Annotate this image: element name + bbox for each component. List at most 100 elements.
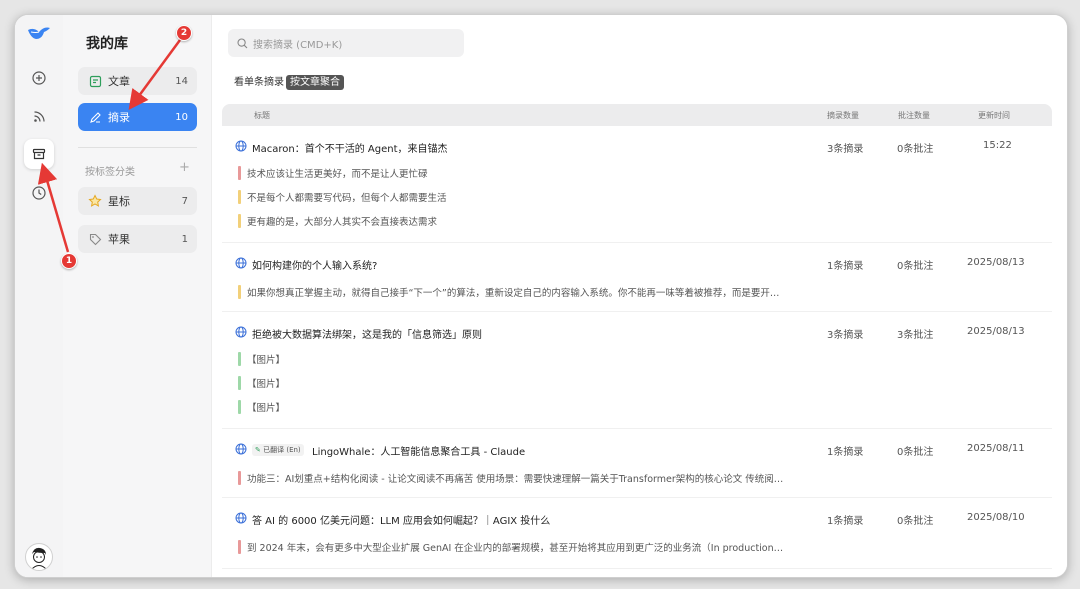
excerpt-text: 【图片】 xyxy=(247,403,286,414)
globe-icon xyxy=(235,443,247,455)
library-item-count: 10 xyxy=(175,111,188,123)
highlight-bar xyxy=(238,352,241,366)
excerpt-item[interactable]: 如果你想真正掌握主动，就得自己接手“下一个”的算法，重新设定自己的内容输入系统。… xyxy=(238,285,779,299)
excerpt-item[interactable]: 功能三：AI划重点+结构化阅读 - 让论文阅读不再痛苦 使用场景：需要快速理解一… xyxy=(238,471,783,485)
excerpt-item[interactable]: 更有趣的是，大部分人其实不会直接表达需求 xyxy=(238,214,437,228)
highlight-bar xyxy=(238,166,241,180)
excerpt-item[interactable]: 技术应该让生活更美好，而不是让人更忙碌 xyxy=(238,166,428,180)
clock-icon xyxy=(32,186,46,200)
excerpt-item[interactable]: 到 2024 年末，会有更多中大型企业扩展 GenAI 在企业内的部署规模，甚至… xyxy=(238,540,783,554)
updated-time: 2025/08/11 xyxy=(967,443,1025,454)
globe-icon xyxy=(235,512,247,524)
history-button[interactable] xyxy=(24,178,54,208)
header-excerpts: 摘录数量 xyxy=(827,111,859,120)
excerpt-count: 3条摘录 xyxy=(827,330,864,341)
excerpt-item[interactable]: 不是每个人都需要写代码，但每个人都需要生活 xyxy=(238,190,447,204)
updated-time: 2025/08/13 xyxy=(967,326,1025,337)
tag-item-star[interactable]: 星标 7 xyxy=(78,187,197,215)
library-button[interactable] xyxy=(24,139,54,169)
divider xyxy=(78,147,197,148)
user-avatar[interactable] xyxy=(25,543,53,571)
translated-badge-label: 已翻译 (En) xyxy=(263,446,301,454)
row-title[interactable]: 如何构建你的个人输入系统? xyxy=(252,257,377,272)
library-item-excerpts[interactable]: 摘录 10 xyxy=(78,103,197,131)
updated-time: 15:22 xyxy=(983,140,1012,151)
excerpt-text: 功能三：AI划重点+结构化阅读 - 让论文阅读不再痛苦 使用场景：需要快速理解一… xyxy=(247,474,784,485)
translate-icon: ✎ xyxy=(255,446,261,454)
updated-time: 2025/08/10 xyxy=(967,512,1025,523)
updated-time: 2025/08/13 xyxy=(967,257,1025,268)
tag-item-label: 星标 xyxy=(108,195,130,208)
highlight-bar xyxy=(238,214,241,228)
search-input[interactable]: 搜索摘录 (CMD+K) xyxy=(228,29,464,57)
globe-icon xyxy=(235,257,247,269)
excerpt-text: 技术应该让生活更美好，而不是让人更忙碌 xyxy=(247,169,428,180)
main-content: 搜索摘录 (CMD+K) 看单条摘录 按文章聚合 标题 摘录数量 批注数量 更新… xyxy=(212,15,1067,577)
highlight-bar xyxy=(238,285,241,299)
table-row[interactable]: 拒绝被大数据算法绑架，这是我的「信息筛选」原则 3条摘录 3条批注 2025/0… xyxy=(222,312,1052,429)
tag-icon xyxy=(89,233,101,245)
archive-box-icon xyxy=(32,148,46,160)
library-title: 我的库 xyxy=(86,36,128,52)
search-icon xyxy=(237,37,248,48)
note-count: 0条批注 xyxy=(897,516,934,527)
table-header: 标题 摘录数量 批注数量 更新时间 xyxy=(222,104,1052,126)
icon-rail xyxy=(15,15,63,577)
library-item-articles[interactable]: 文章 14 xyxy=(78,67,197,95)
row-title[interactable]: LingoWhale：人工智能信息聚合工具 - Claude xyxy=(312,443,525,458)
table-row[interactable]: 如何构建你的个人输入系统? 1条摘录 0条批注 2025/08/13 如果你想真… xyxy=(222,243,1052,312)
pen-icon xyxy=(89,111,101,123)
excerpt-count: 1条摘录 xyxy=(827,516,864,527)
add-tag-button[interactable]: + xyxy=(179,160,190,175)
table-row[interactable]: Macaron：首个不干活的 Agent，来自锚杰 3条摘录 0条批注 15:2… xyxy=(222,126,1052,243)
excerpt-text: 不是每个人都需要写代码，但每个人都需要生活 xyxy=(247,193,447,204)
globe-icon xyxy=(235,140,247,152)
rss-icon xyxy=(33,110,45,122)
highlight-bar xyxy=(238,190,241,204)
excerpt-text: 【图片】 xyxy=(247,379,286,390)
tag-item-count: 7 xyxy=(181,195,188,207)
excerpt-text: 如果你想真正掌握主动，就得自己接手“下一个”的算法，重新设定自己的内容输入系统。… xyxy=(247,288,780,299)
row-title[interactable]: Macaron：首个不干活的 Agent，来自锚杰 xyxy=(252,140,448,155)
table-body: Macaron：首个不干活的 Agent，来自锚杰 3条摘录 0条批注 15:2… xyxy=(222,126,1052,577)
excerpt-text: 【图片】 xyxy=(247,355,286,366)
excerpt-count: 1条摘录 xyxy=(827,447,864,458)
table-row[interactable]: 答 AI 的 6000 亿美元问题：LLM 应用会如何崛起？｜AGIX 投什么 … xyxy=(222,498,1052,569)
annotation-marker-1: 1 xyxy=(61,253,77,269)
star-icon xyxy=(88,194,102,207)
note-count: 3条批注 xyxy=(897,330,934,341)
search-placeholder: 搜索摘录 (CMD+K) xyxy=(253,39,343,51)
library-item-count: 14 xyxy=(175,75,188,87)
excerpt-count: 3条摘录 xyxy=(827,144,864,155)
excerpt-item[interactable]: 【图片】 xyxy=(238,376,285,390)
tag-item-label: 苹果 xyxy=(108,233,130,246)
view-aggregate-toggle[interactable]: 按文章聚合 xyxy=(286,75,344,90)
excerpt-item[interactable]: 【图片】 xyxy=(238,400,285,414)
add-button[interactable] xyxy=(24,63,54,93)
highlight-bar xyxy=(238,400,241,414)
excerpt-text: 更有趣的是，大部分人其实不会直接表达需求 xyxy=(247,217,438,228)
library-panel: 我的库 文章 14 摘录 10 按标签分类 + 星标 7 苹果 1 xyxy=(63,15,212,577)
excerpt-item[interactable]: 【图片】 xyxy=(238,352,285,366)
table-row[interactable]: ✎ 已翻译 (En) LingoWhale：人工智能信息聚合工具 - Claud… xyxy=(222,429,1052,498)
library-item-label: 摘录 xyxy=(108,111,130,124)
bird-logo-icon xyxy=(28,27,50,39)
row-title[interactable]: 拒绝被大数据算法绑架，这是我的「信息筛选」原则 xyxy=(252,326,482,341)
header-notes: 批注数量 xyxy=(898,111,930,120)
view-single-toggle[interactable]: 看单条摘录 xyxy=(230,75,288,90)
highlight-bar xyxy=(238,376,241,390)
rss-button[interactable] xyxy=(24,101,54,131)
header-title: 标题 xyxy=(254,111,270,120)
row-title[interactable]: 答 AI 的 6000 亿美元问题：LLM 应用会如何崛起？｜AGIX 投什么 xyxy=(252,512,550,527)
note-count: 0条批注 xyxy=(897,447,934,458)
tag-section-label: 按标签分类 xyxy=(85,167,135,178)
globe-icon xyxy=(235,326,247,338)
note-count: 0条批注 xyxy=(897,144,934,155)
document-icon xyxy=(89,75,101,87)
tag-item-count: 1 xyxy=(181,233,188,245)
library-item-label: 文章 xyxy=(108,75,130,88)
app-window: 我的库 文章 14 摘录 10 按标签分类 + 星标 7 苹果 1 搜索摘录 (… xyxy=(14,14,1068,578)
translated-badge: ✎ 已翻译 (En) xyxy=(252,444,304,456)
header-updated: 更新时间 xyxy=(978,111,1010,120)
tag-item-apple[interactable]: 苹果 1 xyxy=(78,225,197,253)
